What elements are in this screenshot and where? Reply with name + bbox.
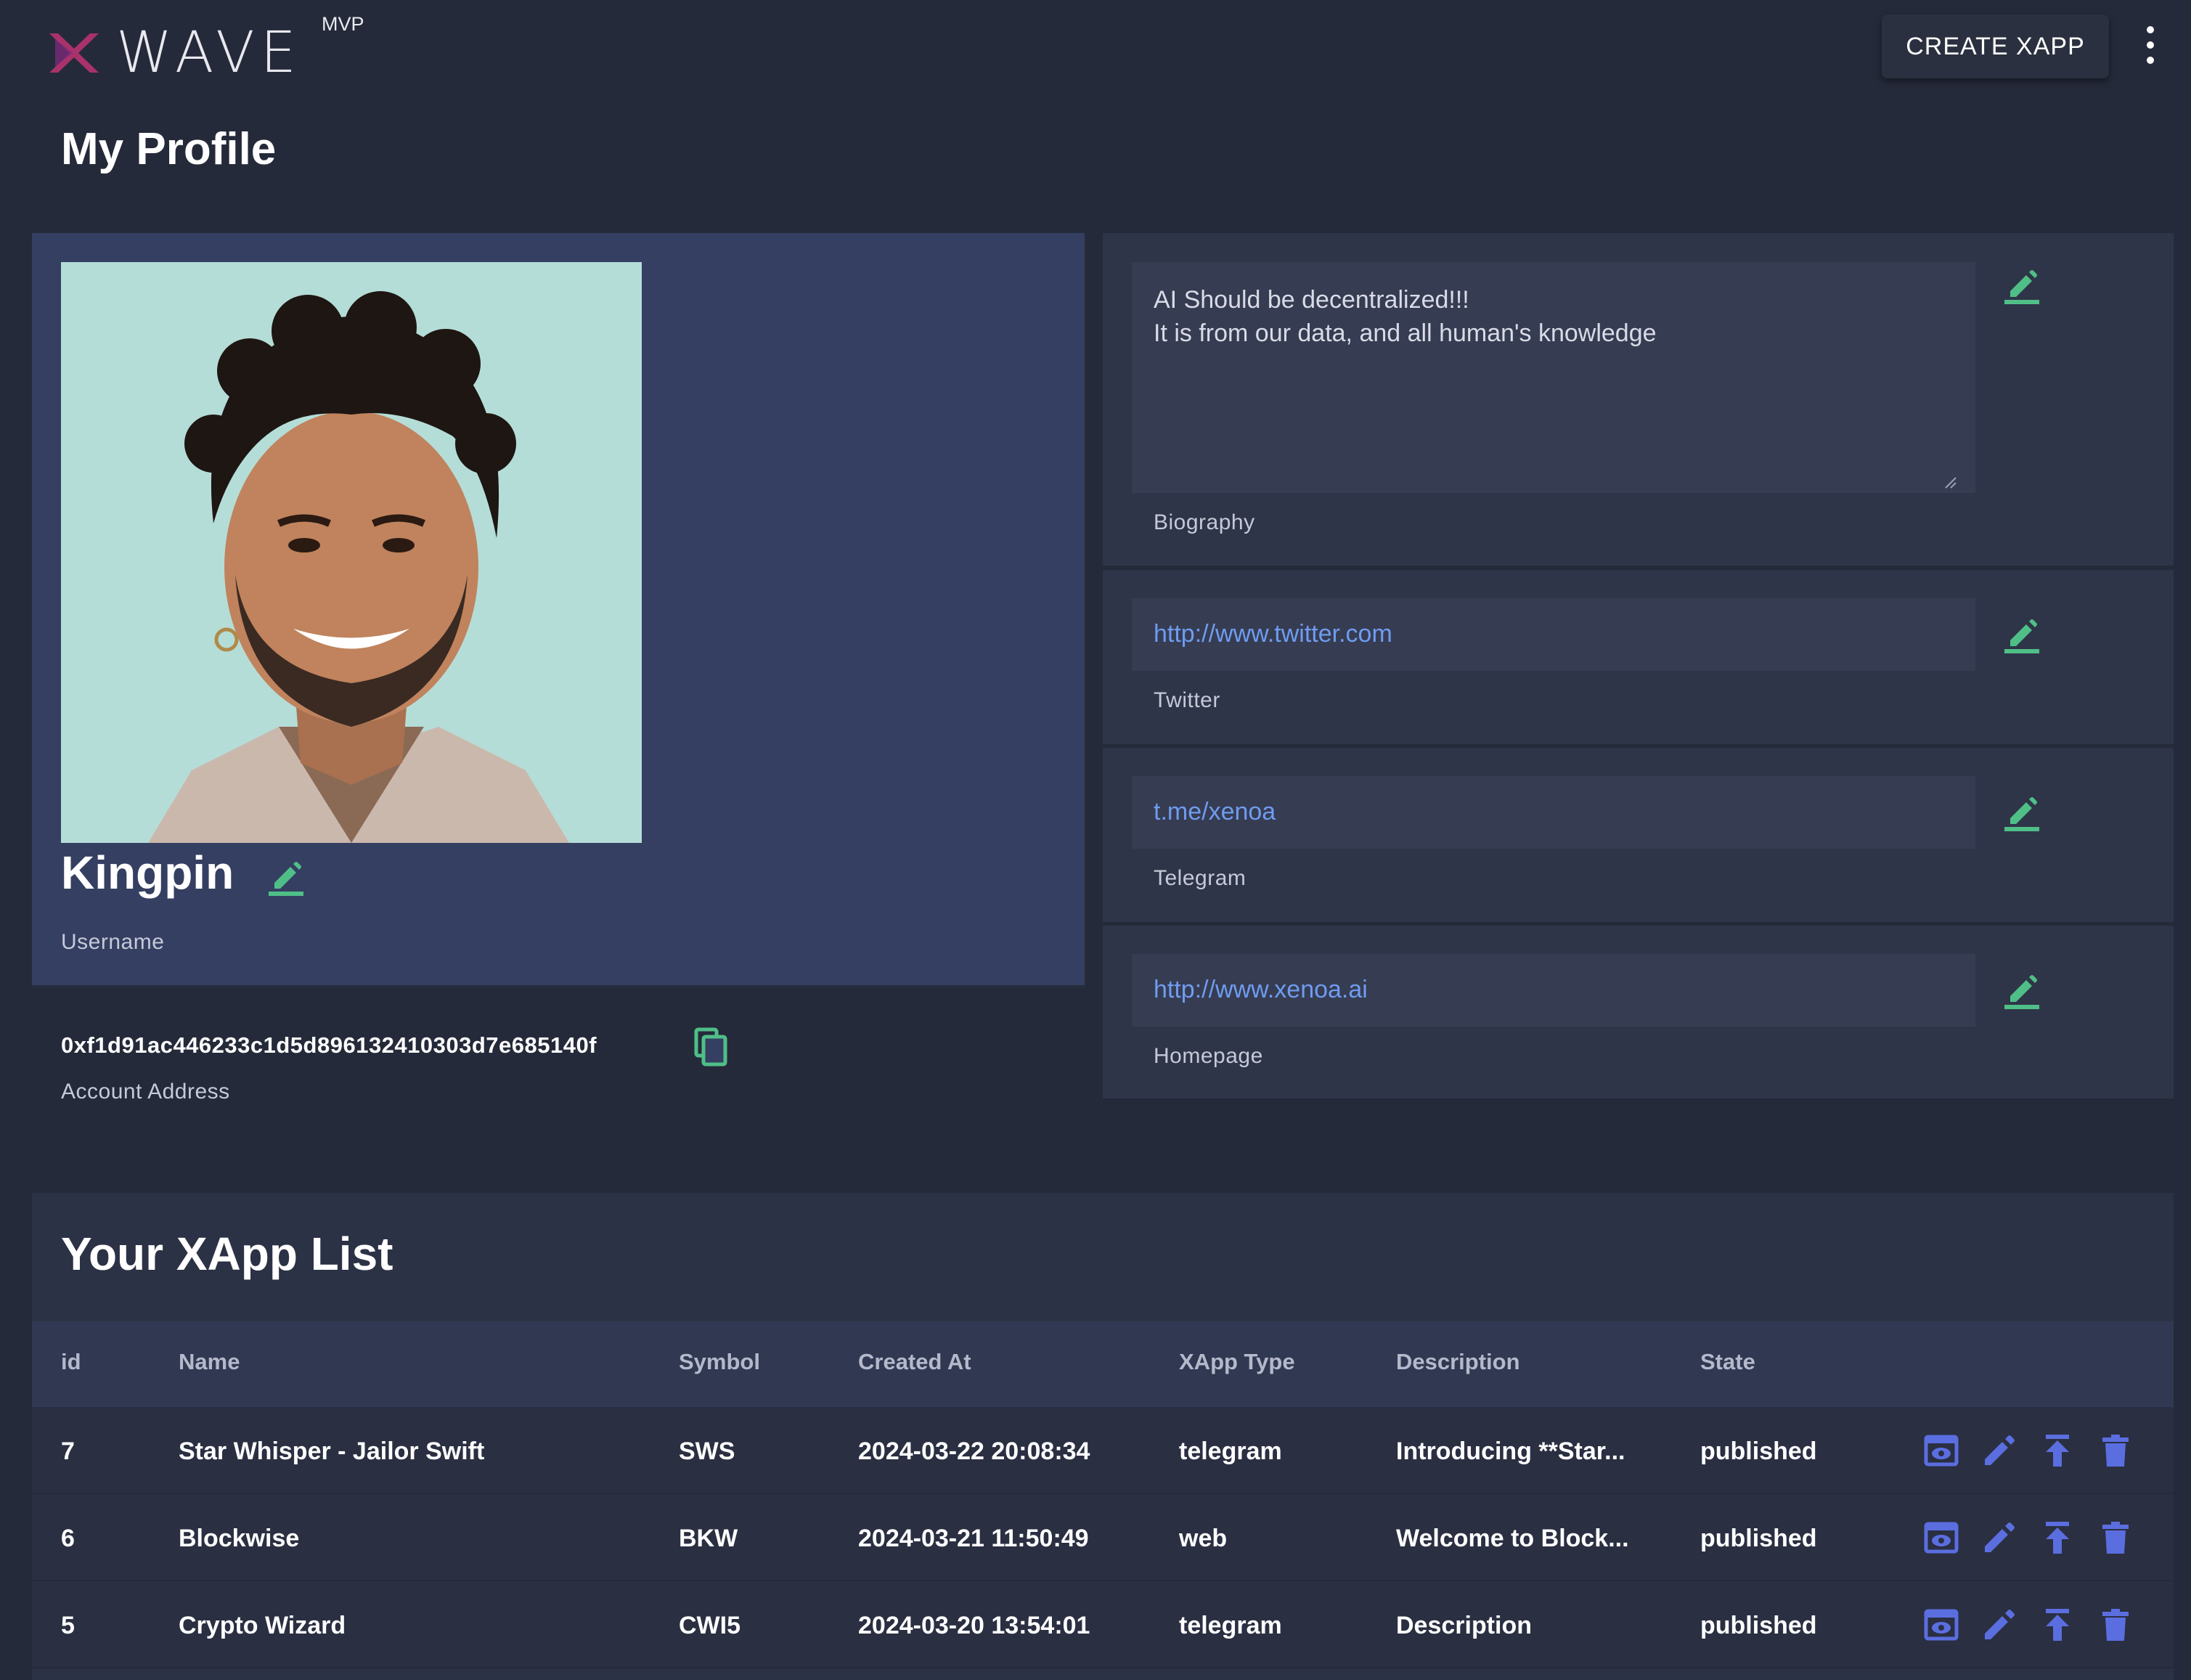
cell-symbol: CWI5: [679, 1612, 740, 1639]
cell-state: published: [1700, 1612, 1817, 1639]
cell-description: Introducing **Star...: [1396, 1438, 1625, 1465]
edit-icon[interactable]: [1982, 1607, 2017, 1646]
username-label: Username: [61, 930, 165, 954]
cell-description: Description: [1396, 1612, 1533, 1639]
column-header-xapp-type[interactable]: XApp Type: [1179, 1349, 1295, 1375]
cell-id: 5: [61, 1612, 75, 1639]
biography-line-2: It is from our data, and all human's kno…: [1154, 319, 1657, 347]
edit-icon[interactable]: [1982, 1433, 2017, 1472]
create-xapp-button[interactable]: CREATE XAPP: [1882, 15, 2109, 78]
username-value: Kingpin: [61, 847, 234, 899]
cell-created-at: 2024-03-20 13:54:01: [858, 1612, 1090, 1639]
cell-name: Crypto Wizard: [179, 1612, 346, 1639]
preview-icon[interactable]: [1924, 1433, 1959, 1472]
column-header-state[interactable]: State: [1700, 1349, 1755, 1375]
telegram-label: Telegram: [1154, 866, 1247, 890]
cell-state: published: [1700, 1438, 1817, 1465]
twitter-label: Twitter: [1154, 688, 1220, 712]
avatar: [61, 262, 642, 843]
preview-icon[interactable]: [1924, 1607, 1959, 1646]
twitter-link[interactable]: http://www.twitter.com: [1154, 620, 1392, 648]
cell-xapp-type: web: [1179, 1525, 1228, 1552]
publish-icon[interactable]: [2040, 1520, 2075, 1559]
brand-name: WAVE: [116, 20, 302, 86]
cell-created-at: 2024-03-22 20:08:34: [858, 1438, 1090, 1465]
cell-symbol: BKW: [679, 1525, 738, 1552]
cell-xapp-type: telegram: [1179, 1612, 1282, 1639]
edit-telegram-icon[interactable]: [2004, 794, 2039, 835]
homepage-link[interactable]: http://www.xenoa.ai: [1154, 976, 1368, 1004]
more-vert-icon[interactable]: [2140, 26, 2161, 64]
edit-username-icon[interactable]: [269, 858, 303, 900]
column-header-name[interactable]: Name: [179, 1349, 240, 1375]
cell-created-at: 2024-03-21 11:50:49: [858, 1525, 1089, 1552]
delete-icon[interactable]: [2098, 1607, 2133, 1646]
brand-logo[interactable]: WAVE: [45, 20, 302, 86]
column-header-id[interactable]: id: [61, 1349, 81, 1375]
account-address-label: Account Address: [61, 1080, 230, 1104]
delete-icon[interactable]: [2098, 1433, 2133, 1472]
delete-icon[interactable]: [2098, 1520, 2133, 1559]
table-header: [32, 1321, 2174, 1407]
cell-state: published: [1700, 1525, 1817, 1552]
cell-name: Blockwise: [179, 1525, 300, 1552]
edit-biography-icon[interactable]: [2004, 266, 2039, 308]
biography-line-1: AI Should be decentralized!!!: [1154, 286, 1469, 314]
column-header-description[interactable]: Description: [1396, 1349, 1520, 1375]
edit-homepage-icon[interactable]: [2004, 971, 2039, 1013]
xapp-list-title: Your XApp List: [61, 1228, 393, 1280]
table-row[interactable]: [32, 1494, 2174, 1581]
cell-symbol: SWS: [679, 1438, 735, 1465]
cell-id: 7: [61, 1438, 75, 1465]
divider: [32, 985, 1085, 988]
biography-label: Biography: [1154, 510, 1255, 534]
homepage-label: Homepage: [1154, 1044, 1263, 1068]
telegram-link[interactable]: t.me/xenoa: [1154, 798, 1276, 826]
column-header-symbol[interactable]: Symbol: [679, 1349, 760, 1375]
cell-description: Welcome to Block...: [1396, 1525, 1629, 1552]
edit-icon[interactable]: [1982, 1520, 2017, 1559]
publish-icon[interactable]: [2040, 1433, 2075, 1472]
x-logo-icon: [49, 33, 99, 73]
page-title: My Profile: [61, 124, 277, 174]
resize-handle-icon[interactable]: [1943, 475, 1957, 493]
account-address-value: 0xf1d91ac446233c1d5d896132410303d7e68514…: [61, 1032, 597, 1058]
table-row[interactable]: [32, 1581, 2174, 1668]
cell-name: Star Whisper - Jailor Swift: [179, 1438, 485, 1465]
column-header-created-at[interactable]: Created At: [858, 1349, 971, 1375]
cell-id: 6: [61, 1525, 75, 1552]
publish-icon[interactable]: [2040, 1607, 2075, 1646]
mvp-badge: MVP: [322, 13, 364, 35]
edit-twitter-icon[interactable]: [2004, 616, 2039, 657]
cell-xapp-type: telegram: [1179, 1438, 1282, 1465]
preview-icon[interactable]: [1924, 1520, 1959, 1559]
copy-icon[interactable]: [693, 1027, 728, 1071]
